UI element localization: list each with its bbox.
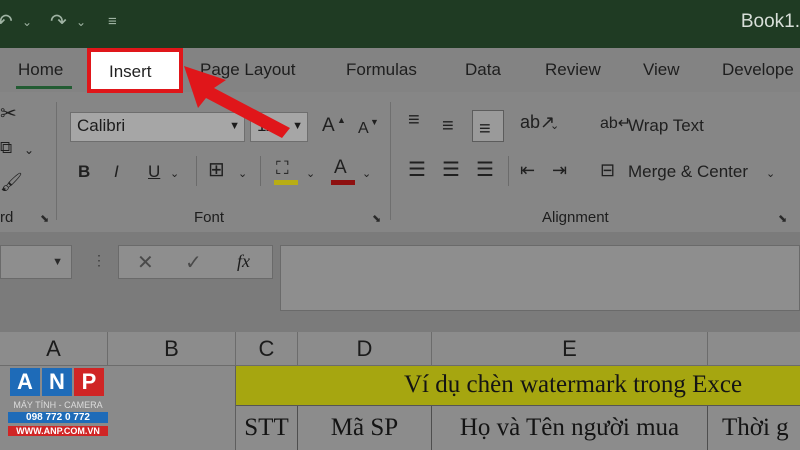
chevron-down-icon[interactable]: ⌄ [550, 116, 559, 136]
logo-tagline: MÁY TÍNH - CAMERA [13, 400, 103, 410]
fill-color-icon[interactable]: ⛶ [276, 158, 289, 178]
dropdown-arrow-icon: ▼ [52, 256, 63, 268]
merge-center-icon: ⊟ [600, 160, 616, 180]
name-box[interactable]: ▼ [0, 245, 72, 279]
divider [508, 156, 509, 186]
tab-home[interactable]: Home [18, 60, 63, 80]
align-bottom-icon: ≡ [479, 118, 491, 140]
align-bottom-button[interactable]: ≡ [472, 110, 504, 142]
align-middle-icon[interactable]: ≡ [442, 116, 454, 136]
font-color-swatch [331, 180, 355, 185]
chevron-down-icon[interactable]: ⌄ [22, 10, 32, 34]
header-cell-ma-sp[interactable]: Mã SP [298, 406, 432, 450]
caret-down-icon: ▼ [370, 117, 379, 127]
group-divider [56, 102, 57, 220]
column-header-f[interactable] [708, 332, 800, 366]
enter-icon[interactable]: ✓ [185, 250, 202, 275]
chevron-down-icon[interactable]: ⌄ [24, 140, 34, 160]
chevron-down-icon[interactable]: ⌄ [306, 164, 315, 184]
increase-indent-icon[interactable]: ⇥ [552, 160, 567, 180]
title-bar: ↶ ⌄ ↷ ⌄ ≡ Book1. [0, 0, 800, 48]
font-name-value: Calibri [77, 116, 126, 135]
logo-letter-p: P [74, 368, 104, 396]
header-cell-ho-ten[interactable]: Họ và Tên người mua [432, 406, 708, 450]
chevron-down-icon[interactable]: ⌄ [362, 164, 371, 184]
grow-font-button[interactable]: A [322, 116, 335, 136]
align-right-icon[interactable]: ☰ [476, 160, 494, 180]
align-top-icon[interactable]: ≡ [408, 110, 420, 130]
column-header-d[interactable]: D [298, 332, 432, 366]
cancel-icon[interactable]: ✕ [137, 250, 154, 275]
font-color-button[interactable]: A [334, 158, 347, 178]
chevron-down-icon[interactable]: ⌄ [238, 164, 247, 184]
resize-handle-icon[interactable]: ⋮ [92, 252, 106, 269]
tab-insert-label: Insert [109, 62, 152, 81]
alignment-group-label: Alignment [542, 209, 609, 226]
tab-insert[interactable]: Insert [87, 48, 183, 93]
active-tab-indicator [16, 86, 72, 89]
merge-center-button[interactable]: Merge & Center [628, 162, 748, 182]
divider [196, 156, 197, 186]
divider [260, 156, 261, 186]
bold-button[interactable]: B [78, 162, 90, 182]
cut-icon[interactable]: ✂ [0, 104, 17, 124]
shrink-font-button[interactable]: A [358, 119, 369, 139]
column-header-c[interactable]: C [236, 332, 298, 366]
ribbon-home: ✂ ⧉ ⌄ 🖌 rd ⬊ Calibri ▼ 11 ▼ A ▲ A ▼ B I … [0, 92, 800, 232]
wrap-text-icon: ab↵ [600, 115, 632, 132]
borders-icon[interactable]: ⊞ [208, 160, 225, 180]
align-center-icon[interactable]: ☰ [442, 160, 460, 180]
formula-bar-row: ▼ ⋮ ✕ ✓ fx [0, 232, 800, 332]
title-cell-text: Ví dụ chèn watermark trong Exce [404, 371, 743, 398]
worksheet-grid: A B C D E Ví dụ chèn watermark trong Exc… [0, 332, 800, 450]
red-arrow-annotation [184, 66, 290, 138]
tab-developer[interactable]: Develope [722, 60, 794, 80]
logo-phone: 098 772 0 772 [8, 412, 108, 423]
formula-input[interactable] [280, 245, 800, 311]
underline-button[interactable]: U [148, 162, 160, 182]
dialog-launcher-icon[interactable]: ⬊ [778, 212, 787, 225]
header-cell-stt[interactable]: STT [236, 406, 298, 450]
column-header-a[interactable]: A [0, 332, 108, 366]
chevron-down-icon[interactable]: ⌄ [76, 10, 86, 34]
workbook-title: Book1. [740, 11, 800, 32]
logo-letter-n: N [42, 368, 72, 396]
logo-website: WWW.ANP.COM.VN [8, 426, 108, 436]
clipboard-group-label: rd [0, 209, 14, 226]
column-header-e[interactable]: E [432, 332, 708, 366]
formula-buttons: ✕ ✓ fx [118, 245, 273, 279]
redo-icon[interactable]: ↷ [50, 10, 67, 34]
fill-color-swatch [274, 180, 298, 185]
undo-icon[interactable]: ↶ [0, 10, 13, 34]
copy-icon[interactable]: ⧉ [0, 138, 12, 158]
chevron-down-icon[interactable]: ⌄ [170, 164, 179, 184]
merged-title-cell[interactable]: Ví dụ chèn watermark trong Exce [236, 366, 800, 406]
tab-view[interactable]: View [643, 60, 680, 80]
header-cell-thoi-gian[interactable]: Thời g [708, 406, 800, 450]
wrap-text-button[interactable]: Wrap Text [628, 116, 704, 136]
tab-data[interactable]: Data [465, 60, 501, 80]
caret-up-icon: ▲ [337, 115, 346, 125]
anp-logo: A N P MÁY TÍNH - CAMERA 098 772 0 772 WW… [8, 366, 108, 446]
group-divider [390, 102, 391, 220]
tab-formulas[interactable]: Formulas [346, 60, 417, 80]
chevron-down-icon[interactable]: ⌄ [766, 164, 775, 184]
format-painter-icon[interactable]: 🖌 [0, 172, 23, 192]
dialog-launcher-icon[interactable]: ⬊ [372, 212, 381, 225]
insert-function-icon[interactable]: fx [237, 251, 250, 272]
tab-review[interactable]: Review [545, 60, 601, 80]
font-group-label: Font [194, 209, 225, 226]
logo-letter-a: A [10, 368, 40, 396]
decrease-indent-icon[interactable]: ⇤ [520, 160, 535, 180]
customize-quick-access-icon[interactable]: ≡ [108, 10, 117, 34]
italic-button[interactable]: I [114, 162, 119, 182]
dialog-launcher-icon[interactable]: ⬊ [40, 212, 49, 225]
column-header-b[interactable]: B [108, 332, 236, 366]
align-left-icon[interactable]: ☰ [408, 160, 426, 180]
